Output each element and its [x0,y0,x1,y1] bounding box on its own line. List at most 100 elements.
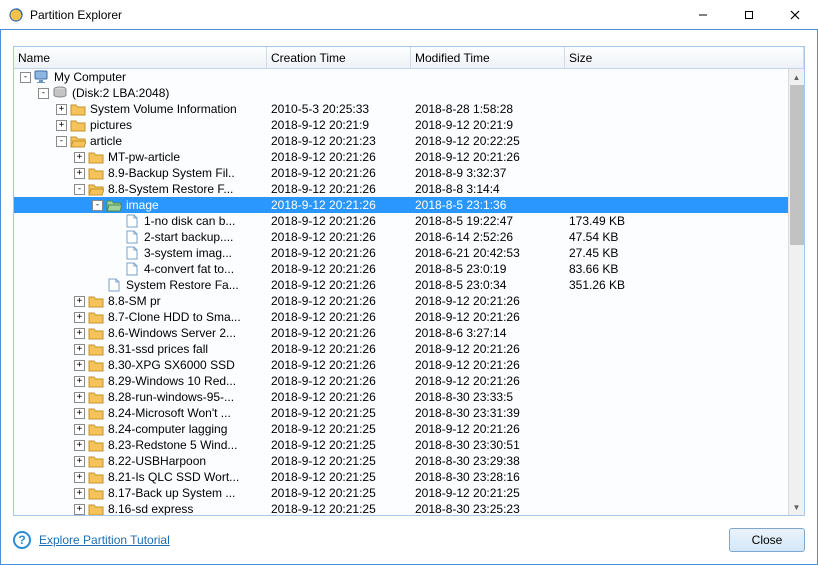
folder-icon [88,166,104,180]
creation-time: 2018-9-12 20:21:26 [267,326,411,340]
tree-row[interactable]: -(Disk:2 LBA:2048) [14,85,788,101]
column-header-name[interactable]: Name [14,47,267,68]
tree-row[interactable]: - My Computer [14,69,788,85]
modified-time: 2018-8-28 1:58:28 [411,102,565,116]
creation-time: 2018-9-12 20:21:25 [267,454,411,468]
computer-icon [34,70,50,84]
tree-row[interactable]: +8.6-Windows Server 2... 2018-9-12 20:21:… [14,325,788,341]
node-label: 1-no disk can b... [142,214,235,228]
tree-row[interactable]: +8.24-computer lagging2018-9-12 20:21:25… [14,421,788,437]
tree-row[interactable]: +System Volume Information2010-5-3 20:25… [14,101,788,117]
tree-row[interactable]: +8.9-Backup System Fil.. 2018-9-12 20:21:… [14,165,788,181]
tree-row[interactable]: 1-no disk can b...2018-9-12 20:21:262018… [14,213,788,229]
expand-icon[interactable]: + [74,344,85,355]
column-header-ctime[interactable]: Creation Time [267,47,411,68]
node-label: 8.24-Microsoft Won't ... [106,406,231,420]
tree-row[interactable]: +8.16-sd express2018-9-12 20:21:252018-8… [14,501,788,515]
tree-row[interactable]: +MT-pw-article2018-9-12 20:21:262018-9-1… [14,149,788,165]
modified-time: 2018-8-30 23:30:51 [411,438,565,452]
folder-icon [88,470,104,484]
tree-row[interactable]: +8.7-Clone HDD to Sma...2018-9-12 20:21:… [14,309,788,325]
expand-icon[interactable]: + [56,104,67,115]
expand-icon[interactable]: + [56,120,67,131]
collapse-icon[interactable]: - [56,136,67,147]
titlebar[interactable]: Partition Explorer [0,0,818,30]
expand-icon[interactable]: + [74,408,85,419]
expand-icon[interactable]: + [74,376,85,387]
creation-time: 2018-9-12 20:21:9 [267,118,411,132]
tree-row[interactable]: +8.28-run-windows-95-...2018-9-12 20:21:… [14,389,788,405]
expand-icon[interactable]: + [74,472,85,483]
expand-icon[interactable]: + [74,296,85,307]
file-icon [124,230,140,244]
scroll-thumb[interactable] [790,85,804,245]
column-header-mtime[interactable]: Modified Time [411,47,565,68]
expand-icon[interactable]: + [74,456,85,467]
help-icon[interactable]: ? [13,531,31,549]
collapse-icon[interactable]: - [38,88,49,99]
scroll-down-arrow[interactable]: ▼ [789,499,804,515]
expand-icon[interactable]: + [74,440,85,451]
tree-row[interactable]: +8.29-Windows 10 Red...2018-9-12 20:21:2… [14,373,788,389]
folder-icon [88,486,104,500]
tree-row[interactable]: -image2018-9-12 20:21:262018-8-5 23:1:36 [14,197,788,213]
folder-icon [88,374,104,388]
collapse-icon[interactable]: - [74,184,85,195]
tree-row[interactable]: +8.30-XPG SX6000 SSD2018-9-12 20:21:2620… [14,357,788,373]
tree-row[interactable]: -8.8-System Restore F...2018-9-12 20:21:… [14,181,788,197]
expand-icon[interactable]: + [74,152,85,163]
tree-row[interactable]: 4-convert fat to...2018-9-12 20:21:26201… [14,261,788,277]
node-label: 8.8-SM pr [106,294,161,308]
tree-row[interactable]: +8.8-SM pr2018-9-12 20:21:262018-9-12 20… [14,293,788,309]
modified-time: 2018-8-30 23:33:5 [411,390,565,404]
node-label: My Computer [52,70,126,84]
collapse-icon[interactable]: - [20,72,31,83]
maximize-button[interactable] [726,0,772,29]
column-header-size[interactable]: Size [565,47,804,68]
creation-time: 2018-9-12 20:21:26 [267,278,411,292]
close-button[interactable]: Close [729,528,805,552]
creation-time: 2018-9-12 20:21:26 [267,166,411,180]
vertical-scrollbar[interactable]: ▲ ▼ [788,69,804,515]
tree-row[interactable]: +8.31-ssd prices fall2018-9-12 20:21:262… [14,341,788,357]
tree-row[interactable]: +8.23-Redstone 5 Wind...2018-9-12 20:21:… [14,437,788,453]
node-label: 8.9-Backup System Fil.. [106,166,235,180]
modified-time: 2018-8-30 23:31:39 [411,406,565,420]
folder-icon [88,326,104,340]
expand-icon[interactable]: + [74,312,85,323]
expand-icon[interactable]: + [74,360,85,371]
creation-time: 2018-9-12 20:21:26 [267,294,411,308]
expand-icon[interactable]: + [74,392,85,403]
node-label: 8.29-Windows 10 Red... [106,374,236,388]
node-label: image [124,198,159,212]
tree-row[interactable]: 3-system imag...2018-9-12 20:21:262018-6… [14,245,788,261]
expand-icon[interactable]: + [74,504,85,515]
tree-row[interactable]: System Restore Fa...2018-9-12 20:21:2620… [14,277,788,293]
close-window-button[interactable] [772,0,818,29]
tree-row[interactable]: 2-start backup....2018-9-12 20:21:262018… [14,229,788,245]
tree-row[interactable]: +8.24-Microsoft Won't ...2018-9-12 20:21… [14,405,788,421]
tree-row[interactable]: +8.17-Back up System ...2018-9-12 20:21:… [14,485,788,501]
minimize-button[interactable] [680,0,726,29]
node-label: 8.6-Windows Server 2... [106,326,236,340]
modified-time: 2018-8-5 23:0:19 [411,262,565,276]
creation-time: 2018-9-12 20:21:26 [267,246,411,260]
expand-icon[interactable]: + [74,488,85,499]
tree-row[interactable]: +8.22-USBHarpoon2018-9-12 20:21:252018-8… [14,453,788,469]
tutorial-link[interactable]: Explore Partition Tutorial [39,533,170,547]
tree-row[interactable]: -article2018-9-12 20:21:232018-9-12 20:2… [14,133,788,149]
folder-icon [88,310,104,324]
scroll-up-arrow[interactable]: ▲ [789,69,804,85]
node-label: article [88,134,122,148]
tree-row[interactable]: +8.21-Is QLC SSD Wort...2018-9-12 20:21:… [14,469,788,485]
file-icon [124,214,140,228]
expand-icon[interactable]: + [74,168,85,179]
folder-open-icon [88,182,104,196]
node-label: 8.24-computer lagging [106,422,227,436]
expand-icon[interactable]: + [74,328,85,339]
file-icon [106,278,122,292]
node-label: System Restore Fa... [124,278,239,292]
collapse-icon[interactable]: - [92,200,103,211]
tree-row[interactable]: +pictures2018-9-12 20:21:92018-9-12 20:2… [14,117,788,133]
expand-icon[interactable]: + [74,424,85,435]
